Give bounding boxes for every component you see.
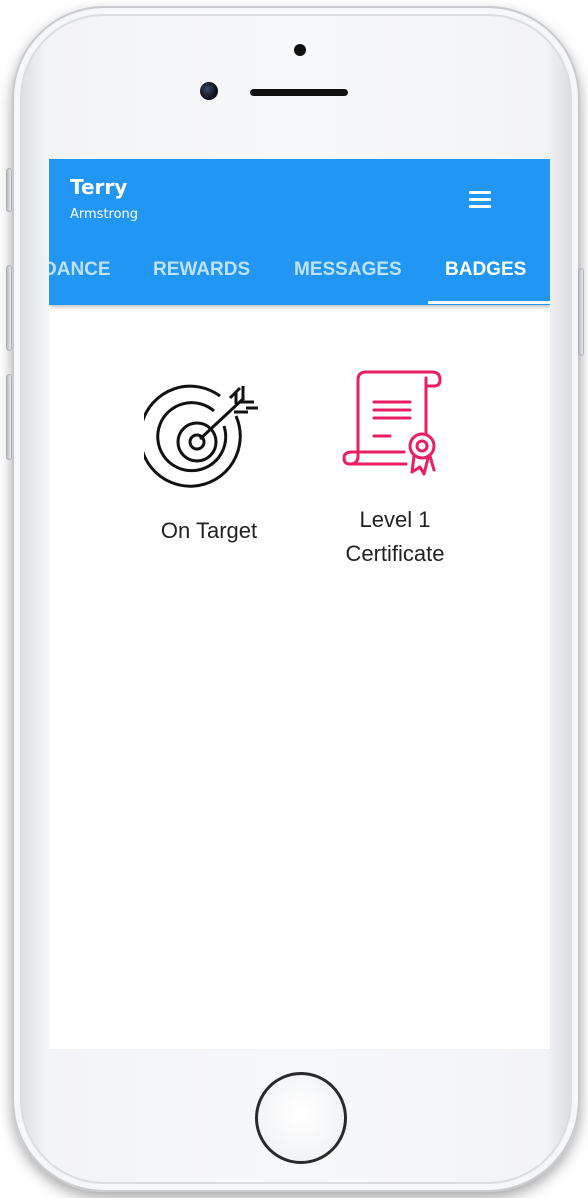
target-icon (144, 384, 258, 488)
home-button[interactable] (255, 1072, 347, 1164)
power-button (578, 268, 584, 356)
silent-switch (6, 168, 12, 212)
volume-down-button (6, 374, 12, 460)
badge-label-on-target: On Target (160, 518, 258, 543)
tab-messages[interactable]: MESSAGES (294, 253, 402, 305)
front-camera (200, 82, 218, 100)
proximity-sensor (294, 44, 306, 56)
badge-on-target[interactable]: On Target (129, 384, 289, 548)
certificate-icon (342, 370, 442, 476)
app-screen: Terry Armstrong DANCE REWARDS MESSAGES B… (49, 159, 550, 1049)
earpiece-speaker (250, 89, 348, 96)
tab-bar: DANCE REWARDS MESSAGES BADGES (49, 253, 550, 305)
user-last-name: Armstrong (70, 207, 139, 222)
volume-up-button (6, 265, 12, 351)
badge-level-1-certificate[interactable]: Level 1 Certificate (316, 364, 474, 571)
tab-badges[interactable]: BADGES (445, 253, 526, 305)
device-stage: Terry Armstrong DANCE REWARDS MESSAGES B… (0, 0, 588, 1198)
app-header: Terry Armstrong DANCE REWARDS MESSAGES B… (49, 159, 550, 305)
user-first-name: Terry (70, 175, 128, 199)
badge-label-level-1-certificate: Level 1 Certificate (345, 507, 445, 566)
tab-rewards[interactable]: REWARDS (153, 253, 250, 305)
active-tab-indicator (428, 301, 550, 304)
hamburger-menu-icon[interactable] (469, 185, 497, 213)
tab-attendance[interactable]: DANCE (49, 253, 111, 305)
